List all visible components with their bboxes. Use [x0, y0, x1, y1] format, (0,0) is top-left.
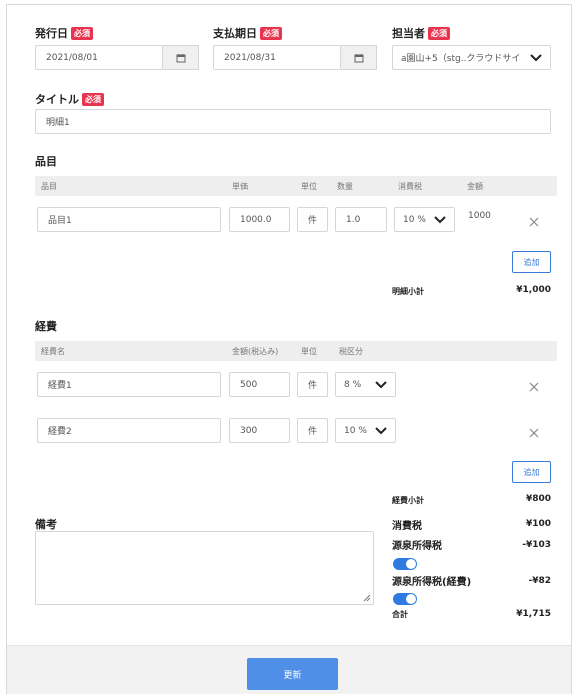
required-badge: 必須: [260, 27, 282, 40]
assignee-select[interactable]: a園山+5（stg..クラウドサイ: [392, 45, 551, 70]
add-expense-button[interactable]: 追加: [512, 461, 551, 483]
item-unit-input[interactable]: 件: [297, 207, 328, 232]
items-col-unit: 単位: [301, 182, 317, 191]
assignee-label-text: 担当者: [392, 27, 425, 40]
item-subtotal-label: 明細小計: [392, 287, 424, 296]
expense-amount-input[interactable]: 500: [229, 372, 290, 397]
chevron-down-icon: [434, 215, 446, 223]
expense-tax-select[interactable]: 8 %: [335, 372, 396, 397]
expense-amount-value: 500: [240, 379, 258, 390]
expenses-col-unit: 単位: [301, 347, 317, 356]
item-subtotal-value: ¥1,000: [516, 285, 551, 295]
expense-amount-input[interactable]: 300: [229, 418, 290, 443]
expenses-col-tax: 税区分: [339, 347, 363, 356]
close-icon[interactable]: [528, 427, 540, 439]
add-item-button[interactable]: 追加: [512, 251, 551, 273]
notes-textarea[interactable]: [35, 531, 374, 605]
calendar-icon[interactable]: [163, 45, 199, 70]
expense-unit-value: 件: [308, 381, 318, 391]
items-col-quantity: 数量: [337, 182, 353, 191]
close-icon[interactable]: [528, 381, 540, 393]
expense-unit-input[interactable]: 件: [297, 372, 328, 397]
title-label-text: タイトル: [35, 93, 79, 106]
issue-date-label-text: 発行日: [35, 27, 68, 40]
toggle-knob: [406, 559, 416, 569]
notes-label: 備考: [35, 518, 57, 531]
assignee-value: a園山+5（stg..クラウドサイ: [401, 54, 521, 64]
issue-date-label: 発行日 必須: [35, 25, 93, 41]
item-tax-select[interactable]: 10 %: [394, 207, 455, 232]
issue-date-input[interactable]: 2021/08/01: [35, 45, 163, 70]
form-footer: 更新: [7, 645, 571, 694]
expense-tax-value: 8 %: [344, 379, 362, 390]
withholding-tax-label: 源泉所得税: [392, 541, 442, 552]
expenses-col-name: 経費名: [41, 347, 65, 356]
expense-name-value: 経費2: [48, 427, 72, 437]
items-table-header: 品目 単価 単位 数量 消費税 金額: [35, 176, 557, 196]
toggle-knob: [406, 594, 416, 604]
item-unit-price-input[interactable]: 1000.0: [229, 207, 290, 232]
expense-amount-value: 300: [240, 425, 258, 436]
resize-handle-icon[interactable]: [363, 594, 371, 602]
chevron-down-icon: [530, 53, 542, 61]
due-date-label-text: 支払期日: [213, 27, 257, 40]
expense-name-value: 経費1: [48, 381, 72, 391]
consumption-tax-label: 消費税: [392, 521, 422, 532]
expense-tax-value: 10 %: [344, 425, 367, 436]
item-quantity-input[interactable]: 1.0: [335, 207, 387, 232]
withholding-tax-value: -¥103: [522, 540, 551, 550]
item-quantity-value: 1.0: [346, 214, 361, 225]
required-badge: 必須: [71, 27, 93, 40]
required-badge: 必須: [428, 27, 450, 40]
consumption-tax-value: ¥100: [525, 519, 551, 529]
title-input[interactable]: 明細1: [35, 109, 551, 134]
items-section-title: 品目: [35, 155, 57, 168]
expenses-section-title: 経費: [35, 320, 57, 333]
expense-subtotal-value: ¥800: [525, 494, 551, 504]
expenses-table-header: 経費名 金額(税込み) 単位 税区分: [35, 341, 557, 361]
required-badge: 必須: [82, 93, 104, 106]
close-icon[interactable]: [528, 216, 540, 228]
items-col-unit-price: 単価: [232, 182, 248, 191]
expense-name-input[interactable]: 経費2: [37, 418, 221, 443]
items-col-amount: 金額: [467, 182, 483, 191]
item-unit-value: 件: [308, 216, 318, 226]
assignee-label: 担当者 必須: [392, 25, 450, 41]
item-name-input[interactable]: 品目1: [37, 207, 221, 232]
title-label: タイトル 必須: [35, 91, 104, 107]
expense-unit-value: 件: [308, 427, 318, 437]
expense-tax-select[interactable]: 10 %: [335, 418, 396, 443]
item-name-value: 品目1: [48, 216, 72, 226]
due-date-value: 2021/08/31: [224, 52, 276, 63]
items-col-tax: 消費税: [398, 182, 422, 191]
update-button[interactable]: 更新: [247, 658, 338, 690]
total-label: 合計: [392, 610, 408, 619]
due-date-label: 支払期日 必須: [213, 25, 282, 41]
expense-name-input[interactable]: 経費1: [37, 372, 221, 397]
expenses-col-amount: 金額(税込み): [232, 347, 279, 356]
calendar-icon[interactable]: [341, 45, 377, 70]
withholding-expense-toggle[interactable]: [393, 593, 417, 605]
total-value: ¥1,715: [516, 609, 551, 619]
withholding-expense-tax-value: -¥82: [528, 576, 551, 586]
item-tax-value: 10 %: [403, 214, 426, 225]
due-date-input[interactable]: 2021/08/31: [213, 45, 341, 70]
withholding-toggle[interactable]: [393, 558, 417, 570]
title-value: 明細1: [46, 118, 70, 128]
expense-unit-input[interactable]: 件: [297, 418, 328, 443]
item-unit-price-value: 1000.0: [240, 214, 272, 225]
withholding-expense-tax-label: 源泉所得税(経費): [392, 577, 472, 588]
chevron-down-icon: [375, 426, 387, 434]
issue-date-value: 2021/08/01: [46, 52, 98, 63]
item-amount: 1000: [468, 211, 491, 221]
invoice-form: 発行日 必須 2021/08/01 支払期日 必須 2021/08/31 担当者 必須…: [6, 4, 572, 694]
chevron-down-icon: [375, 380, 387, 388]
items-col-name: 品目: [41, 182, 57, 191]
expense-subtotal-label: 経費小計: [392, 496, 424, 505]
